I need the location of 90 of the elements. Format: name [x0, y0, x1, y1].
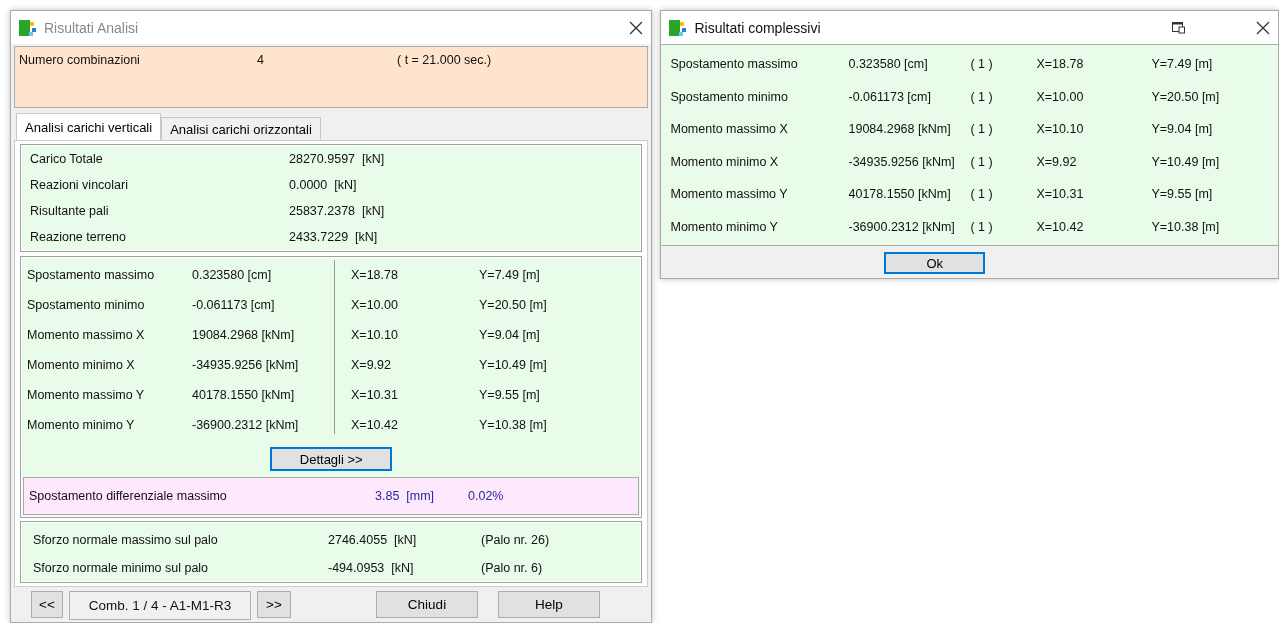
header-value: 4: [257, 53, 265, 67]
combination-number: ( 1 ): [970, 56, 994, 74]
x-coordinate: X=18.78: [351, 267, 399, 284]
result-label: Carico Totale: [30, 152, 104, 166]
pile-number: (Palo nr. 6): [481, 561, 544, 575]
x-coordinate: X=18.78: [1036, 56, 1085, 74]
combination-number: ( 1 ): [970, 218, 994, 236]
force-label: Sforzo normale massimo sul palo: [33, 533, 219, 547]
pile-number: (Palo nr. 26): [481, 533, 551, 547]
y-coordinate: Y=20.50 [m]: [479, 297, 548, 314]
result-label: Momento minimo X: [670, 153, 780, 171]
force-label: Sforzo normale minimo sul palo: [33, 561, 210, 575]
result-value: -34935.9256 [kNm]: [192, 357, 300, 374]
result-label: Momento minimo Y: [27, 417, 136, 434]
result-value: 28270.9597 [kN]: [289, 152, 386, 166]
result-label: Momento minimo X: [27, 357, 136, 374]
window-icon[interactable]: [1172, 21, 1185, 34]
app-icon: [669, 18, 688, 37]
y-coordinate: Y=9.55 [m]: [1151, 186, 1214, 204]
result-label: Spostamento minimo: [27, 297, 146, 314]
combination-number: ( 1 ): [970, 121, 994, 139]
x-coordinate: X=10.31: [351, 387, 399, 404]
result-label: Momento massimo X: [670, 121, 789, 139]
differential-label: Spostamento differenziale massimo: [29, 489, 228, 503]
tab[interactable]: Analisi carichi orizzontali: [161, 117, 321, 140]
result-label: Momento massimo Y: [670, 186, 789, 204]
result-value: -36900.2312 [kNm]: [192, 417, 300, 434]
window-title: Risultati Analisi: [44, 19, 140, 36]
force-value: -494.0953 [kN]: [328, 561, 415, 575]
y-coordinate: Y=7.49 [m]: [479, 267, 541, 284]
result-label: Momento massimo Y: [27, 387, 146, 404]
dialog-button[interactable]: Help: [498, 591, 600, 618]
force-value: 2746.4055 [kN]: [328, 533, 418, 547]
result-label: Spostamento massimo: [27, 267, 156, 284]
close-icon[interactable]: [1256, 20, 1270, 35]
x-coordinate: X=10.10: [351, 327, 399, 344]
result-value: 19084.2968 [kNm]: [192, 327, 296, 344]
tab[interactable]: Analisi carichi verticali: [16, 113, 162, 140]
result-value: -34935.9256 [kNm]: [848, 153, 956, 171]
differential-value: 3.85 [mm]: [375, 489, 436, 503]
x-coordinate: X=10.42: [351, 417, 399, 434]
x-coordinate: X=10.10: [1036, 121, 1085, 139]
result-label: Spostamento massimo: [670, 56, 799, 74]
y-coordinate: Y=9.55 [m]: [479, 387, 541, 404]
ok-button[interactable]: Ok: [884, 252, 986, 274]
combination-number: ( 1 ): [970, 186, 994, 204]
combination-label: Comb. 1 / 4 - A1-M1-R3: [69, 591, 251, 620]
y-coordinate: Y=10.38 [m]: [479, 417, 548, 434]
details-button[interactable]: Dettagli >>: [270, 447, 393, 471]
previous-button[interactable]: <<: [31, 591, 63, 618]
result-value: 2433.7229 [kN]: [289, 230, 379, 244]
x-coordinate: X=10.00: [351, 297, 399, 314]
result-value: 40178.1550 [kNm]: [192, 387, 296, 404]
result-value: 0.323580 [cm]: [848, 56, 929, 74]
x-coordinate: X=9.92: [1036, 153, 1078, 171]
result-value: -0.061173 [cm]: [848, 88, 932, 106]
y-coordinate: Y=9.04 [m]: [479, 327, 541, 344]
result-label: Spostamento minimo: [670, 88, 789, 106]
combination-number: ( 1 ): [970, 153, 994, 171]
combination-number: ( 1 ): [970, 88, 994, 106]
app-icon: [19, 18, 37, 37]
header-label: Numero combinazioni: [19, 53, 141, 67]
result-value: 19084.2968 [kNm]: [848, 121, 952, 139]
result-label: Momento minimo Y: [670, 218, 779, 236]
y-coordinate: Y=20.50 [m]: [1151, 88, 1221, 106]
y-coordinate: Y=10.49 [m]: [479, 357, 548, 374]
x-coordinate: X=10.00: [1036, 88, 1085, 106]
result-value: 0.323580 [cm]: [192, 267, 273, 284]
y-coordinate: Y=9.04 [m]: [1151, 121, 1214, 139]
result-label: Reazione terreno: [30, 230, 127, 244]
dialog-button[interactable]: Chiudi: [376, 591, 478, 618]
result-value: -0.061173 [cm]: [192, 297, 276, 314]
x-coordinate: X=9.92: [351, 357, 392, 374]
x-coordinate: X=10.42: [1036, 218, 1085, 236]
y-coordinate: Y=10.49 [m]: [1151, 153, 1221, 171]
x-coordinate: X=10.31: [1036, 186, 1085, 204]
differential-percent: 0.02%: [468, 489, 505, 503]
y-coordinate: Y=10.38 [m]: [1151, 218, 1221, 236]
next-button[interactable]: >>: [257, 591, 291, 618]
result-value: 40178.1550 [kNm]: [848, 186, 952, 204]
result-label: Risultante pali: [30, 204, 110, 218]
result-value: -36900.2312 [kNm]: [848, 218, 956, 236]
result-label: Reazioni vincolari: [30, 178, 129, 192]
close-icon[interactable]: [629, 20, 644, 35]
result-value: 25837.2378 [kN]: [289, 204, 386, 218]
window-title: Risultati complessivi: [694, 19, 822, 36]
header-time: ( t = 21.000 sec.): [397, 53, 493, 67]
result-label: Momento massimo X: [27, 327, 146, 344]
y-coordinate: Y=7.49 [m]: [1151, 56, 1214, 74]
result-value: 0.0000 [kN]: [289, 178, 358, 192]
